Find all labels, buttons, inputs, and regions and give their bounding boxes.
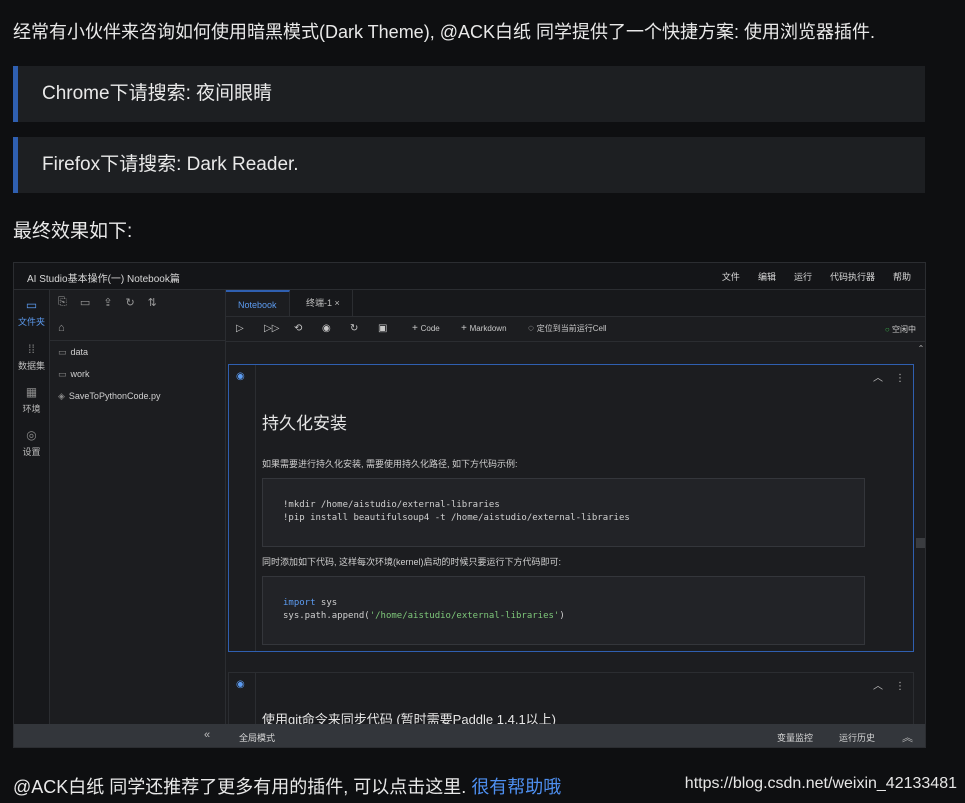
- dataset-icon: ⁞⁞: [28, 342, 35, 356]
- folder-icon: ▭: [58, 369, 67, 379]
- menu-kernel[interactable]: 代码执行器: [830, 270, 875, 283]
- file-item-work[interactable]: ▭ work: [58, 369, 90, 380]
- scroll-up-icon[interactable]: ⌃: [916, 344, 925, 353]
- outro-text: @ACK白纸 同学还推荐了更多有用的插件, 可以点击这里.: [13, 777, 467, 797]
- menu-help[interactable]: 帮助: [893, 270, 911, 283]
- run-all-icon[interactable]: ▷▷: [264, 323, 279, 334]
- ai-studio-screenshot: AI Studio基本操作(一) Notebook篇 文件 编辑 运行 代码执行…: [13, 262, 926, 748]
- collapse-sidebar-icon[interactable]: «: [204, 729, 210, 741]
- folder-icon: ▭: [25, 298, 38, 312]
- previous-cell-clip: ​: [228, 343, 914, 353]
- markdown-cell[interactable]: ◉ ︿ ⋮ 持久化安装 如果需要进行持久化安装, 需要使用持久化路径, 如下方代码…: [228, 364, 914, 652]
- code-block: import sys sys.path.append('/home/aistud…: [262, 576, 865, 645]
- left-activity-bar: ▭ 文件夹 ⁞⁞ 数据集 ▦ 环境 ◎ 设置: [14, 290, 50, 725]
- leftbar-settings[interactable]: ◎ 设置: [14, 428, 49, 458]
- article: 经常有小伙伴来咨询如何使用暗黑模式(Dark Theme), @ACK白纸 同学…: [0, 0, 926, 803]
- file-item-data[interactable]: ▭ data: [58, 347, 88, 358]
- leftbar-folder-label: 文件夹: [17, 317, 45, 327]
- cell-text: 如果需要进行持久化安装, 需要使用持久化路径, 如下方代码示例:: [262, 459, 518, 469]
- leftbar-environment[interactable]: ▦ 环境: [14, 385, 49, 415]
- status-bar: « 全局模式 变量监控 运行历史 ︽: [14, 724, 925, 747]
- helpful-link[interactable]: 很有帮助哦: [471, 777, 561, 797]
- markdown-cell[interactable]: ◉ ︿ ⋮ 使用git命令来同步代码 (暂时需要Paddle 1.4.1以上): [228, 672, 914, 732]
- eye-icon[interactable]: ◉: [236, 371, 245, 382]
- collapse-icon[interactable]: ︿: [873, 373, 883, 384]
- quote-chrome: Chrome下请搜索: 夜间眼睛: [13, 66, 925, 122]
- expand-panel-icon[interactable]: ︽: [902, 729, 913, 745]
- plus-icon: +: [412, 323, 418, 334]
- kernel-status: ○ 空闲中: [884, 325, 916, 334]
- tab-bar: Notebook 终端-1 ×: [226, 290, 925, 317]
- leftbar-environment-label: 环境: [22, 404, 41, 414]
- run-history-button[interactable]: 运行历史: [839, 731, 875, 744]
- cell-heading: 持久化安装: [262, 414, 347, 433]
- more-icon[interactable]: ⋮: [895, 681, 905, 692]
- refresh-icon[interactable]: ↻: [125, 296, 134, 309]
- save-icon[interactable]: ▣: [378, 323, 387, 334]
- run-icon[interactable]: ▷: [236, 323, 244, 334]
- leftbar-dataset-label: 数据集: [17, 361, 45, 371]
- app-header: AI Studio基本操作(一) Notebook篇 文件 编辑 运行 代码执行…: [14, 263, 925, 290]
- environment-icon: ▦: [25, 385, 38, 399]
- add-code-button[interactable]: + Code: [412, 323, 440, 334]
- upload-icon[interactable]: ⇪: [103, 296, 112, 309]
- divider: [50, 340, 225, 341]
- more-icon[interactable]: ⋮: [895, 373, 905, 384]
- outro-paragraph: @ACK白纸 同学还推荐了更多有用的插件, 可以点击这里. 很有帮助哦: [13, 773, 561, 799]
- scrollbar-thumb[interactable]: [916, 538, 925, 548]
- code-block: !mkdir /home/aistudio/external-libraries…: [262, 478, 865, 547]
- tab-notebook[interactable]: Notebook: [226, 290, 290, 316]
- restart-icon[interactable]: ↻: [350, 323, 358, 334]
- status-dot-icon: ○: [884, 325, 890, 334]
- menu-file[interactable]: 文件: [722, 270, 740, 283]
- cell-text: 同时添加如下代码, 这样每次环境(kernel)启动的时候只要运行下方代码即可:: [262, 557, 562, 567]
- cell-controls: ︿ ⋮: [861, 677, 905, 692]
- new-folder-icon[interactable]: ▭: [80, 296, 90, 309]
- home-icon[interactable]: ⌂: [58, 322, 65, 334]
- settings-icon: ◎: [26, 428, 37, 442]
- global-mode-button[interactable]: 全局模式: [239, 731, 275, 744]
- variable-monitor-button[interactable]: 变量监控: [777, 731, 813, 744]
- result-heading: 最终效果如下:: [13, 221, 133, 242]
- leftbar-folder[interactable]: ▭ 文件夹: [14, 298, 49, 328]
- eye-icon[interactable]: ◉: [236, 679, 245, 690]
- notebook-area: Notebook 终端-1 × ▷ ▷▷ ⟲ ◉ ↻ ▣ + Code + Ma…: [226, 290, 925, 732]
- notebook-toolbar: ▷ ▷▷ ⟲ ◉ ↻ ▣ + Code + Markdown ◌ 定位到当前运行…: [226, 317, 925, 342]
- file-item-py[interactable]: ◈ SaveToPythonCode.py: [58, 391, 160, 402]
- tab-terminal[interactable]: 终端-1 ×: [294, 290, 353, 316]
- sort-icon[interactable]: ⇅: [148, 296, 157, 309]
- cell-gutter: ◉: [229, 673, 256, 731]
- file-name: work: [70, 369, 90, 379]
- leftbar-settings-label: 设置: [22, 447, 41, 457]
- watermark: https://blog.csdn.net/weixin_42133481: [684, 775, 957, 792]
- cell-gutter: ◉: [229, 365, 256, 651]
- new-file-icon[interactable]: ⎘: [58, 296, 67, 309]
- restart-run-icon[interactable]: ⟲: [294, 323, 302, 334]
- collapse-icon[interactable]: ︿: [873, 681, 883, 692]
- quote-firefox: Firefox下请搜索: Dark Reader.: [13, 137, 925, 193]
- python-file-icon: ◈: [58, 391, 65, 401]
- stop-icon[interactable]: ◉: [322, 323, 331, 334]
- file-name: data: [70, 347, 89, 357]
- folder-icon: ▭: [58, 347, 67, 357]
- tab-terminal-label: 终端-1: [306, 298, 333, 308]
- menu-edit[interactable]: 编辑: [758, 270, 776, 283]
- close-icon[interactable]: ×: [335, 298, 340, 308]
- add-markdown-button[interactable]: + Markdown: [461, 323, 507, 334]
- menu-bar: 文件 编辑 运行 代码执行器 帮助: [704, 270, 911, 283]
- file-browser: ⎘ ▭ ⇪ ↻ ⇅ ⌂ ▭ data ▭ work ◈ SaveToPythonCod…: [50, 290, 226, 725]
- intro-paragraph: 经常有小伙伴来咨询如何使用暗黑模式(Dark Theme), @ACK白纸 同学…: [13, 22, 875, 42]
- locate-icon: ◌: [528, 323, 534, 334]
- menu-run[interactable]: 运行: [794, 270, 812, 283]
- file-toolbar: ⎘ ▭ ⇪ ↻ ⇅: [58, 296, 157, 309]
- cell-controls: ︿ ⋮: [861, 369, 905, 384]
- locate-cell-button[interactable]: ◌ 定位到当前运行Cell: [528, 323, 607, 334]
- leftbar-dataset[interactable]: ⁞⁞ 数据集: [14, 342, 49, 372]
- app-title: AI Studio基本操作(一) Notebook篇: [27, 274, 180, 285]
- plus-icon: +: [461, 323, 467, 334]
- file-name: SaveToPythonCode.py: [68, 391, 161, 401]
